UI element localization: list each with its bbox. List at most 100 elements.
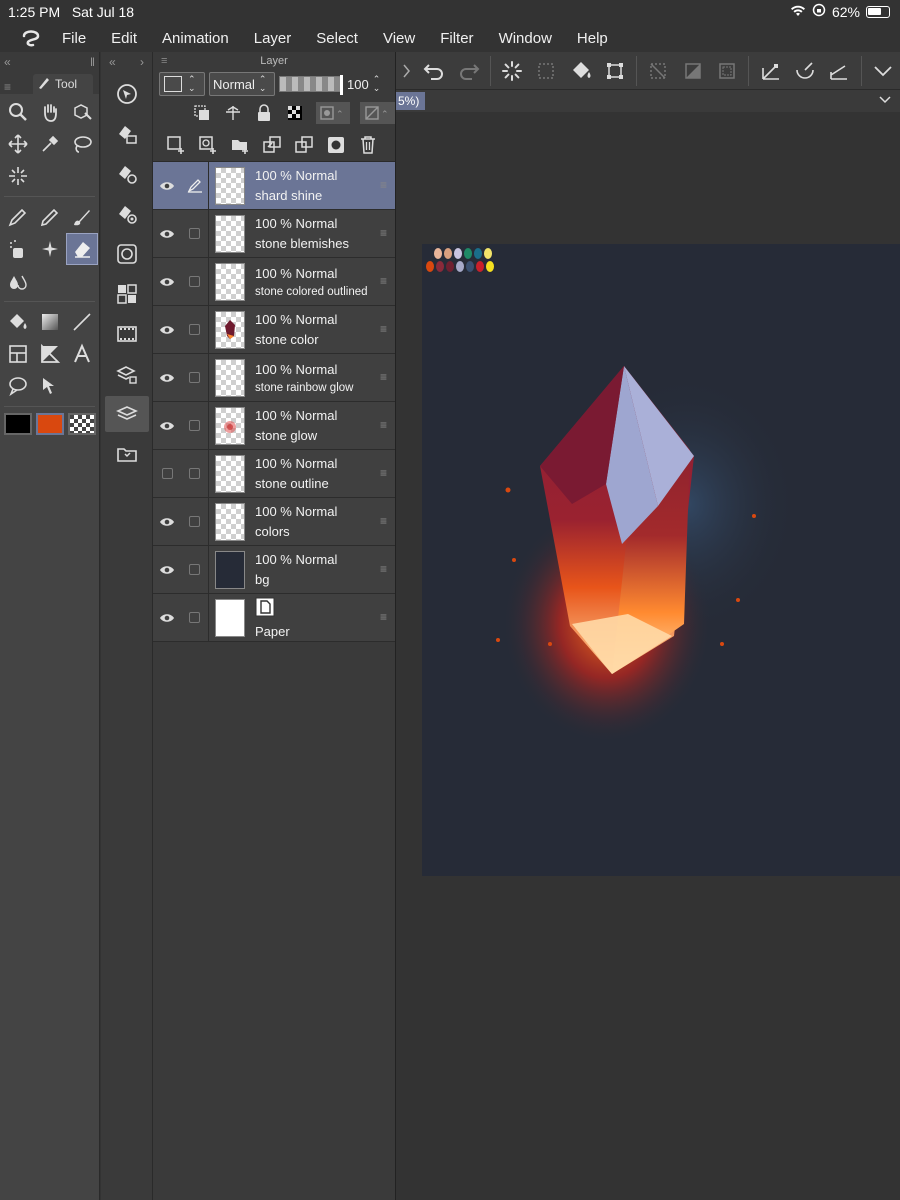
menu-animation[interactable]: Animation (162, 30, 229, 47)
eyedropper-icon[interactable] (34, 128, 66, 160)
panel-grip-icon[interactable]: ‖ (90, 55, 95, 69)
layer-checkbox[interactable] (181, 353, 209, 402)
drag-handle-icon[interactable]: ≡ (380, 418, 387, 432)
gradient-tool-icon[interactable] (34, 306, 66, 338)
reference-layer-icon[interactable] (222, 102, 243, 124)
correct-line-tool-icon[interactable] (34, 370, 66, 402)
chevron-down-icon[interactable] (878, 92, 892, 110)
layer-checkbox[interactable] (181, 209, 209, 258)
eye-icon[interactable] (153, 516, 181, 528)
sub-tool-icon[interactable] (105, 116, 149, 152)
eraser-tool-icon[interactable] (66, 233, 98, 265)
material-icon[interactable] (105, 436, 149, 472)
delete-layer-icon[interactable] (357, 134, 379, 156)
layer-checkbox[interactable] (181, 305, 209, 354)
layer-row[interactable]: 100 % Normal bg ≡ (153, 545, 395, 594)
mask-toggle-icon[interactable]: ⌃ (315, 102, 351, 124)
layer-row[interactable]: 100 % Normal colors ≡ (153, 497, 395, 546)
decoration-tool-icon[interactable] (34, 233, 66, 265)
menu-select[interactable]: Select (316, 30, 358, 47)
ruler-tool-icon[interactable] (34, 338, 66, 370)
drag-handle-icon[interactable]: ≡ (380, 562, 387, 576)
pencil-tool-icon[interactable] (34, 201, 66, 233)
canvas-tab[interactable]: 5%) (396, 92, 426, 110)
pen-tool-icon[interactable] (2, 201, 34, 233)
menu-file[interactable]: File (62, 30, 86, 47)
drag-handle-icon[interactable]: ≡ (380, 178, 387, 192)
blend-tool-icon[interactable] (2, 265, 34, 297)
snap-grid-icon[interactable] (822, 53, 856, 89)
clear-selection-icon[interactable] (529, 53, 563, 89)
invert-selection-icon[interactable] (676, 53, 710, 89)
brush-size-icon[interactable] (105, 196, 149, 232)
frame-tool-icon[interactable] (2, 338, 34, 370)
menu-edit[interactable]: Edit (111, 30, 137, 47)
hand-tool-icon[interactable] (34, 96, 66, 128)
layer-mask-icon[interactable] (325, 134, 347, 156)
layer-color-selector[interactable]: ⌃ ⌄ (159, 72, 205, 96)
new-vector-layer-icon[interactable] (197, 134, 219, 156)
layer-property-icon[interactable] (105, 356, 149, 392)
opacity-slider[interactable] (279, 75, 343, 95)
transparent-color-swatch[interactable] (68, 413, 96, 435)
transform-icon[interactable] (598, 53, 632, 89)
drag-handle-icon[interactable]: ≡ (380, 610, 387, 624)
ruler-icon[interactable] (753, 53, 787, 89)
transfer-layer-icon[interactable] (261, 134, 283, 156)
snap-curve-icon[interactable] (788, 53, 822, 89)
collapse-left-icon[interactable]: « (4, 55, 11, 69)
stepper-icon[interactable]: ⌃ ⌄ (373, 75, 381, 93)
menu-view[interactable]: View (383, 30, 415, 47)
brush-tool-icon[interactable] (66, 201, 98, 233)
layer-panel-icon[interactable] (104, 396, 149, 432)
main-color-swatch[interactable] (4, 413, 32, 435)
app-logo-icon[interactable] (0, 24, 62, 52)
tool-property-icon[interactable] (105, 156, 149, 192)
line-tool-icon[interactable] (66, 306, 98, 338)
color-set-icon[interactable] (105, 276, 149, 312)
lasso-icon[interactable] (66, 128, 98, 160)
sub-color-swatch[interactable] (36, 413, 64, 435)
hide-selection-icon[interactable] (641, 53, 675, 89)
eye-icon[interactable] (153, 228, 181, 240)
lock-icon[interactable] (253, 102, 274, 124)
tab-tool[interactable]: Tool (33, 74, 94, 94)
drag-handle-icon[interactable]: ≡ (380, 274, 387, 288)
layer-row[interactable]: 100 % Normal stone color ≡ (153, 305, 395, 354)
undo-icon[interactable] (417, 53, 451, 89)
layer-row[interactable]: Paper ≡ (153, 593, 395, 642)
hamburger-icon[interactable]: ≡ (161, 52, 167, 70)
eye-icon[interactable] (153, 420, 181, 432)
layer-checkbox[interactable] (181, 593, 209, 642)
layer-row[interactable]: 100 % Normal stone rainbow glow ≡ (153, 353, 395, 402)
layer-checkbox[interactable] (181, 257, 209, 306)
blend-mode-select[interactable]: Normal ⌃ ⌄ (209, 72, 275, 96)
layer-row[interactable]: 100 % Normal shard shine ≡ (153, 161, 395, 210)
redo-icon[interactable] (451, 53, 485, 89)
collapse-left-icon[interactable]: « (109, 55, 116, 69)
lock-transparency-icon[interactable] (285, 102, 306, 124)
opacity-value[interactable]: 100 (347, 77, 369, 92)
airbrush-tool-icon[interactable] (2, 233, 34, 265)
fill-bucket-icon[interactable] (564, 53, 598, 89)
color-wheel-icon[interactable] (105, 236, 149, 272)
toolbar-overflow-icon[interactable] (396, 53, 417, 89)
navigator-icon[interactable] (105, 76, 149, 112)
layer-row[interactable]: 100 % Normal stone glow ≡ (153, 401, 395, 450)
eye-icon[interactable] (153, 324, 181, 336)
merge-layer-icon[interactable] (293, 134, 315, 156)
move-tool-icon[interactable] (2, 128, 34, 160)
drag-handle-icon[interactable]: ≡ (380, 370, 387, 384)
timeline-icon[interactable] (105, 316, 149, 352)
new-raster-layer-icon[interactable] (165, 134, 187, 156)
text-tool-icon[interactable] (66, 338, 98, 370)
slider-knob[interactable] (340, 75, 343, 95)
menu-filter[interactable]: Filter (440, 30, 473, 47)
eye-icon[interactable] (153, 612, 181, 624)
layer-row[interactable]: 100 % Normal stone colored outlined ≡ (153, 257, 395, 306)
drag-handle-icon[interactable]: ≡ (380, 226, 387, 240)
magic-wand-icon[interactable] (2, 160, 34, 192)
menu-layer[interactable]: Layer (254, 30, 292, 47)
hidden-eye-icon[interactable] (153, 468, 181, 479)
drag-handle-icon[interactable]: ≡ (380, 466, 387, 480)
